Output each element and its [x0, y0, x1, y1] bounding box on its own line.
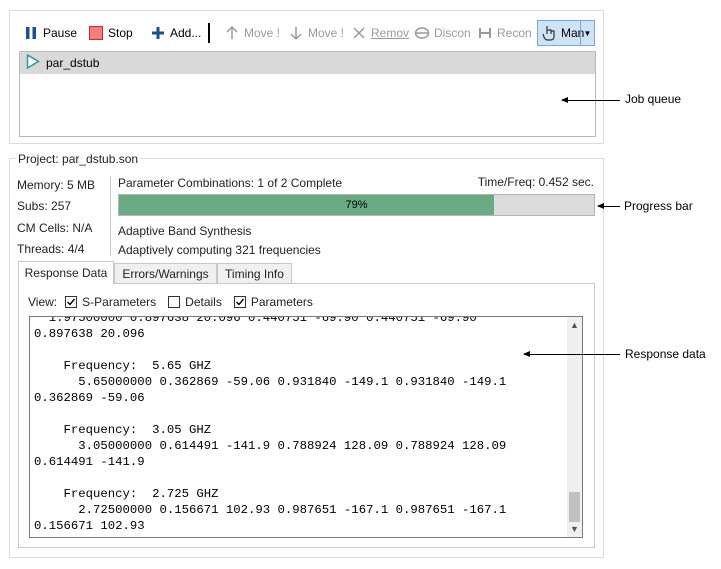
- checkbox-icon: [233, 296, 246, 308]
- project-title: Project: par_dstub.son: [16, 152, 141, 166]
- disconnect-icon: [414, 25, 430, 41]
- tab-response-data[interactable]: Response Data: [18, 261, 114, 284]
- time-value: 0.452 sec.: [538, 175, 594, 189]
- move-down-label: Move !: [308, 26, 345, 40]
- add-label: Add...: [170, 26, 202, 40]
- s-parameters-checkbox[interactable]: S-Parameters: [65, 295, 156, 309]
- reconnect-icon: [477, 25, 493, 41]
- vertical-scrollbar[interactable]: ▲ ▼: [567, 317, 582, 537]
- computing-status: Adaptively computing 321 frequencies: [118, 243, 321, 257]
- move-up-label: Move !: [244, 26, 281, 40]
- s-parameters-label: S-Parameters: [82, 295, 157, 309]
- pause-icon: [23, 25, 39, 41]
- arrow-up-icon: [224, 25, 240, 41]
- details-checkbox[interactable]: Details: [168, 295, 222, 309]
- toolbar-separator: [208, 23, 210, 43]
- pause-label: Pause: [43, 26, 78, 40]
- checkbox-icon: [168, 296, 181, 308]
- arrow-down-icon: [288, 25, 304, 41]
- response-data-textarea[interactable]: 1.97500000 0.897638 20.096 0.440751 -69.…: [29, 316, 583, 538]
- move-up-button[interactable]: Move !: [224, 20, 280, 46]
- job-queue-item[interactable]: par_dstub: [20, 52, 595, 74]
- tab-timing-info[interactable]: Timing Info: [217, 263, 292, 283]
- stats-divider: [110, 176, 111, 256]
- scrollbar-thumb[interactable]: [569, 492, 580, 522]
- response-data-text: 1.97500000 0.897638 20.096 0.440751 -69.…: [34, 316, 507, 533]
- job-queue-annotation: Job queue: [625, 92, 682, 106]
- x-icon: [351, 25, 367, 41]
- stop-label: Stop: [108, 26, 133, 40]
- parameters-checkbox[interactable]: Parameters: [233, 295, 313, 309]
- reconnect-button[interactable]: Recon: [477, 20, 532, 46]
- plus-icon: [150, 25, 166, 41]
- parameters-label: Parameters: [250, 295, 313, 309]
- pause-button[interactable]: Pause: [23, 20, 77, 46]
- progress-bar-annotation: Progress bar: [624, 199, 693, 213]
- remove-label: Remov: [371, 26, 410, 40]
- play-icon: [26, 53, 41, 72]
- time-per-frequency: Time/Freq: 0.452 sec.: [478, 175, 594, 189]
- stop-button[interactable]: Stop: [88, 20, 133, 46]
- project-name: par_dstub.son: [62, 152, 139, 166]
- details-label: Details: [185, 295, 222, 309]
- remove-button[interactable]: Remov: [351, 20, 409, 46]
- reconnect-label: Recon: [497, 26, 532, 40]
- response-data-annotation: Response data: [625, 347, 706, 361]
- progress-bar: 79%: [118, 194, 595, 216]
- disconnect-button[interactable]: Discon: [414, 20, 471, 46]
- scroll-up-icon[interactable]: ▲: [567, 320, 582, 330]
- view-label: View:: [28, 295, 58, 309]
- response-data-arrow: [523, 351, 620, 357]
- job-name: par_dstub: [46, 56, 100, 70]
- scroll-down-icon[interactable]: ▼: [567, 524, 582, 534]
- job-queue-arrow: [561, 97, 620, 103]
- job-toolbar: Pause Stop Add... Move ! Move ! Remov Di…: [17, 20, 597, 46]
- project-label: Project:: [18, 152, 59, 166]
- move-down-button[interactable]: Move !: [288, 20, 344, 46]
- progress-percent: 79%: [345, 199, 368, 211]
- subs-stat: Subs: 257: [17, 199, 72, 213]
- stop-icon: [88, 25, 104, 41]
- progress-bar-arrow: [597, 203, 620, 209]
- hand-cursor-icon: [541, 25, 557, 41]
- add-button[interactable]: Add...: [150, 20, 201, 46]
- time-label: Time/Freq:: [477, 175, 536, 189]
- manual-button[interactable]: Man ▼: [537, 20, 595, 46]
- threads-stat: Threads: 4/4: [17, 242, 85, 256]
- disconnect-label: Discon: [434, 26, 471, 40]
- cm-cells-stat: CM Cells: N/A: [17, 221, 93, 235]
- synthesis-method: Adaptive Band Synthesis: [118, 224, 252, 238]
- view-options: View: S-Parameters Details Parameters: [28, 293, 313, 311]
- parameter-combinations: Parameter Combinations: 1 of 2 Complete: [118, 176, 343, 190]
- memory-stat: Memory: 5 MB: [17, 178, 96, 192]
- checkbox-icon: [65, 296, 78, 308]
- tab-errors-warnings[interactable]: Errors/Warnings: [114, 263, 217, 283]
- chevron-down-icon[interactable]: ▼: [580, 21, 594, 45]
